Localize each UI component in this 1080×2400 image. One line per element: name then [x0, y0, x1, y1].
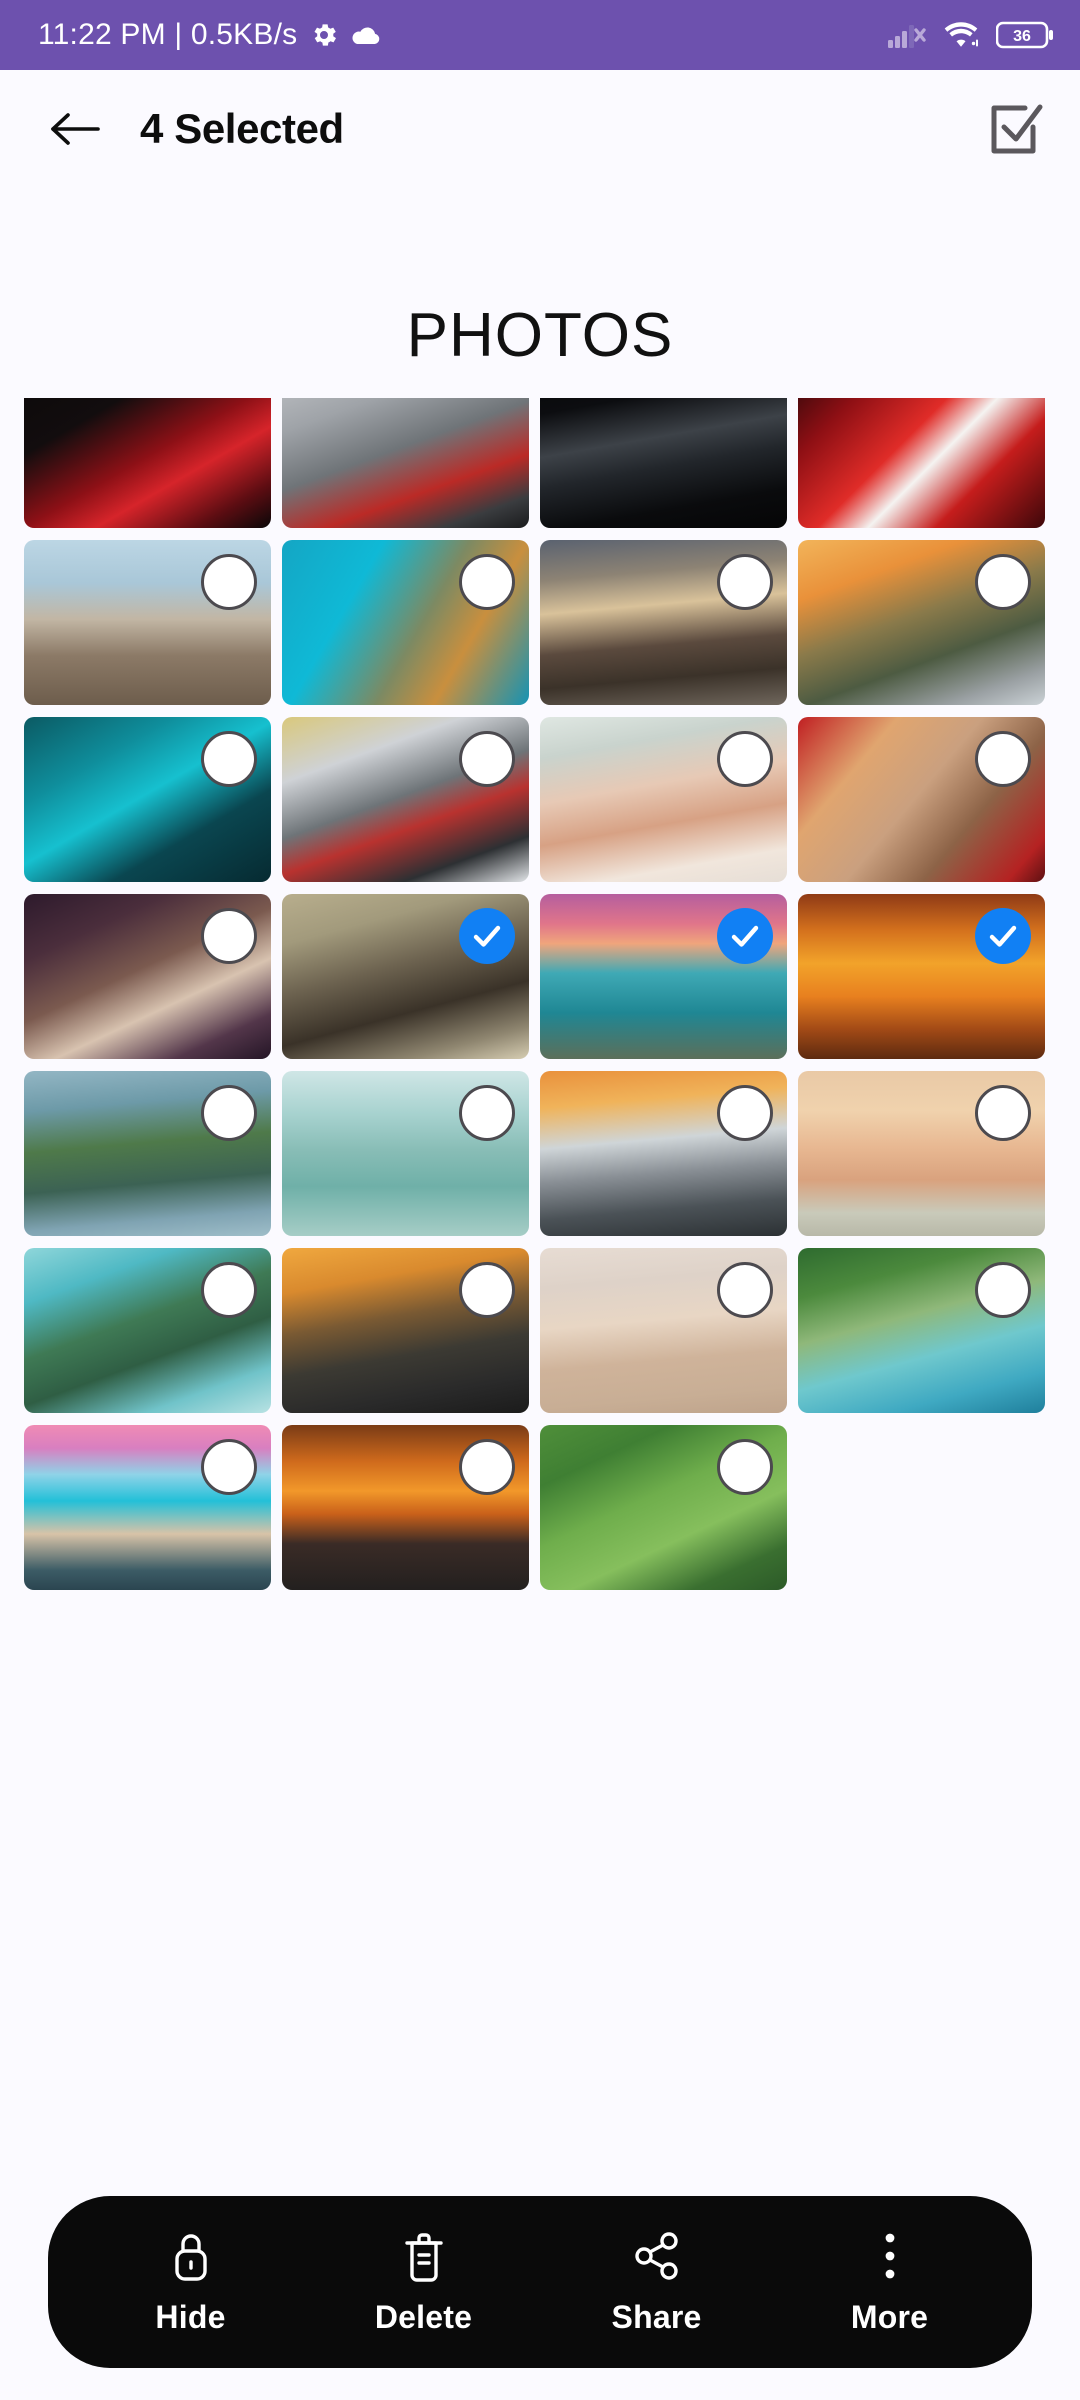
photo-unselected-checkbox[interactable] [717, 1262, 773, 1318]
photo-tile[interactable] [798, 894, 1045, 1059]
photo-unselected-checkbox[interactable] [459, 1439, 515, 1495]
photo-tile[interactable] [540, 1248, 787, 1413]
photo-unselected-checkbox[interactable] [975, 1085, 1031, 1141]
photo-tile[interactable] [24, 398, 271, 528]
photo-unselected-checkbox[interactable] [201, 1439, 257, 1495]
photo-tile[interactable] [282, 1425, 529, 1590]
photo-unselected-checkbox[interactable] [459, 731, 515, 787]
photo-tile[interactable] [282, 894, 529, 1059]
cloud-icon [351, 24, 381, 46]
more-action-button[interactable]: More [785, 2229, 995, 2336]
photo-tile[interactable] [282, 540, 529, 705]
photo-tile[interactable] [798, 1071, 1045, 1236]
share-action-button[interactable]: Share [552, 2229, 762, 2336]
photo-tile[interactable] [24, 894, 271, 1059]
hide-action-label: Hide [155, 2298, 226, 2335]
photo-tile[interactable] [282, 398, 529, 528]
black-sports-car-studio [540, 398, 787, 528]
back-button[interactable] [44, 98, 106, 160]
share-action-label: Share [611, 2298, 702, 2335]
lock-icon [167, 2229, 215, 2283]
photo-unselected-checkbox[interactable] [201, 1262, 257, 1318]
wifi-icon [942, 20, 980, 50]
photo-unselected-checkbox[interactable] [459, 554, 515, 610]
photo-tile[interactable] [798, 717, 1045, 882]
photo-tile[interactable] [24, 540, 271, 705]
photo-tile[interactable] [24, 1248, 271, 1413]
select-all-button[interactable] [982, 96, 1048, 162]
status-bar-left: 11:22 PM | 0.5KB/s [38, 18, 381, 52]
photo-tile[interactable] [540, 1425, 787, 1590]
battery-indicator: 36 [996, 20, 1054, 50]
photo-unselected-checkbox[interactable] [459, 1262, 515, 1318]
page-title: 4 Selected [140, 105, 344, 152]
photo-unselected-checkbox[interactable] [717, 1439, 773, 1495]
signal-no-service-icon [888, 20, 926, 50]
photo-grid[interactable] [24, 398, 1056, 2128]
silver-concept-car-front [282, 398, 529, 528]
red-supercar-closeup [798, 398, 1045, 528]
status-clock-and-network-speed: 11:22 PM | 0.5KB/s [38, 18, 298, 51]
photo-selected-checkbox[interactable] [717, 908, 773, 964]
photo-unselected-checkbox[interactable] [975, 1262, 1031, 1318]
checkbox-checked-icon [986, 100, 1044, 158]
photo-tile[interactable] [798, 540, 1045, 705]
trash-icon [401, 2229, 447, 2283]
photo-selected-checkbox[interactable] [975, 908, 1031, 964]
more-vertical-icon [880, 2229, 900, 2283]
photo-tile[interactable] [24, 1425, 271, 1590]
photo-tile[interactable] [24, 717, 271, 882]
photo-unselected-checkbox[interactable] [201, 731, 257, 787]
app-bar: 4 Selected [0, 70, 1080, 188]
status-bar: 11:22 PM | 0.5KB/s 36 [0, 0, 1080, 70]
section-title: PHOTOS [406, 301, 674, 370]
more-action-label: More [850, 2298, 929, 2335]
photo-tile[interactable] [540, 894, 787, 1059]
gear-icon [309, 20, 339, 50]
arrow-left-icon [48, 107, 102, 151]
photo-unselected-checkbox[interactable] [975, 554, 1031, 610]
delete-action-button[interactable]: Delete [319, 2229, 529, 2336]
photo-tile[interactable] [24, 1071, 271, 1236]
photo-unselected-checkbox[interactable] [459, 1085, 515, 1141]
photo-tile[interactable] [540, 717, 787, 882]
photo-unselected-checkbox[interactable] [717, 731, 773, 787]
photo-tile[interactable] [798, 398, 1045, 528]
photo-unselected-checkbox[interactable] [975, 731, 1031, 787]
photo-unselected-checkbox[interactable] [201, 908, 257, 964]
share-icon [632, 2229, 682, 2283]
battery-level-text: 36 [1013, 28, 1031, 45]
delete-action-label: Delete [374, 2298, 473, 2335]
status-bar-right: 36 [888, 20, 1054, 50]
photo-tile[interactable] [540, 540, 787, 705]
photo-selected-checkbox[interactable] [459, 908, 515, 964]
photo-tile[interactable] [282, 717, 529, 882]
selection-action-bar: Hide Delete Share More [48, 2196, 1032, 2368]
photo-tile[interactable] [540, 398, 787, 528]
hide-action-button[interactable]: Hide [86, 2229, 296, 2336]
photo-unselected-checkbox[interactable] [201, 554, 257, 610]
photo-tile[interactable] [798, 1248, 1045, 1413]
red-sports-car-rear [24, 398, 271, 528]
photo-tile[interactable] [282, 1248, 529, 1413]
photo-unselected-checkbox[interactable] [717, 554, 773, 610]
photo-tile[interactable] [282, 1071, 529, 1236]
photo-unselected-checkbox[interactable] [201, 1085, 257, 1141]
photo-tile[interactable] [540, 1071, 787, 1236]
photo-unselected-checkbox[interactable] [717, 1085, 773, 1141]
photo-gallery-selection-screen: 11:22 PM | 0.5KB/s 36 4 Selected PHOTOS … [0, 0, 1080, 2400]
